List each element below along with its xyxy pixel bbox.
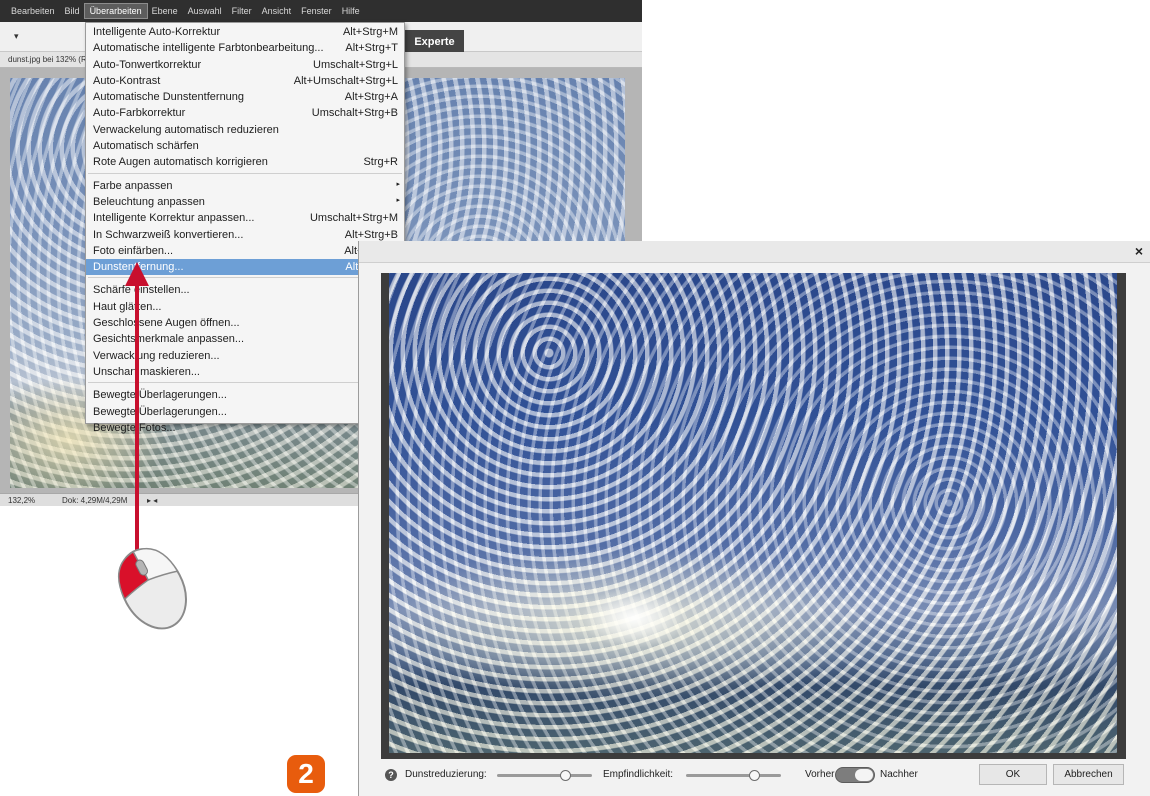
menu-item[interactable]: Bewegte Überlagerungen...: [86, 404, 404, 420]
doc-size-readout: Dok: 4,29M/4,29M: [62, 496, 128, 505]
menu-item-label: Auto-Tonwertkorrektur: [93, 58, 202, 71]
menubar-item[interactable]: Auswahl: [183, 4, 227, 18]
menu-item[interactable]: Gesichtsmerkmale anpassen...: [86, 331, 404, 347]
sensitivity-label: Empfindlichkeit:: [603, 769, 674, 780]
menu-item-label: Unscharf maskieren...: [93, 365, 200, 378]
menu-item-shortcut: Umschalt+Strg+M: [309, 212, 398, 225]
sensitivity-slider[interactable]: [686, 770, 781, 781]
annotation-arrow: [135, 285, 139, 570]
menu-item[interactable]: Verwackelung automatisch reduzieren: [86, 122, 404, 138]
menu-item-label: Rote Augen automatisch korrigieren: [93, 156, 268, 169]
menu-item-label: Foto einfärben...: [93, 244, 174, 257]
menu-item-label: Bewegte Überlagerungen...: [93, 389, 227, 402]
mouse-icon: [117, 547, 187, 630]
after-label: Nachher: [880, 769, 918, 780]
menubar-item[interactable]: Filter: [227, 4, 257, 18]
menu-item[interactable]: Haut glätten...: [86, 299, 404, 315]
toggle-nub[interactable]: [855, 769, 873, 781]
close-icon[interactable]: ×: [1135, 243, 1143, 259]
menu-item[interactable]: Beleuchtung anpassen ▸: [86, 194, 404, 210]
menu-item[interactable]: Bewegte Fotos...: [86, 420, 404, 436]
menu-item[interactable]: Intelligente Auto-Korrektur Alt+Strg+M: [86, 24, 404, 40]
preview-photo: [389, 273, 1117, 753]
step-badge: 2: [287, 755, 325, 793]
menubar-item[interactable]: Bild: [60, 4, 85, 18]
dialog-controls: ? Dunstreduzierung: Empfindlichkeit: Vor…: [359, 761, 1150, 796]
menu-item-label: Automatische Dunstentfernung: [93, 91, 245, 104]
haze-removal-dialog: × ? Dunstreduzierung: Empfindlichkeit: V…: [358, 241, 1150, 796]
menu-item[interactable]: Unscharf maskieren...: [86, 364, 404, 380]
before-after-toggle[interactable]: [835, 767, 875, 783]
menubar-item[interactable]: Überarbeiten: [83, 3, 148, 19]
menu-item[interactable]: Intelligente Korrektur anpassen... Umscha…: [86, 210, 404, 226]
menu-item[interactable]: Auto-Tonwertkorrektur Umschalt+Strg+L: [86, 57, 404, 73]
dialog-title-bar: ×: [359, 241, 1150, 263]
menu-item-shortcut: Alt+Strg+M: [342, 26, 398, 38]
annotation-arrow-head: [125, 262, 149, 286]
menu-item-label: Intelligente Auto-Korrektur: [93, 26, 221, 38]
document-tab-title: dunst.jpg bei 132% (R: [8, 55, 87, 64]
menu-item[interactable]: Rote Augen automatisch korrigieren Strg+R: [86, 154, 404, 170]
menu-item[interactable]: Auto-Farbkorrektur Umschalt+Strg+B: [86, 105, 404, 121]
menu-item[interactable]: Farbe anpassen ▸: [86, 178, 404, 194]
menu-item-label: Verwacklung reduzieren...: [93, 349, 220, 362]
mode-tab-experte[interactable]: Experte: [405, 30, 464, 54]
menu-item-shortcut: Alt+Strg+A: [344, 91, 398, 104]
menu-item-label: Auto-Farbkorrektur: [93, 107, 186, 120]
sensitivity-knob[interactable]: [749, 770, 760, 781]
menu-item-label: Farbe anpassen: [93, 179, 173, 192]
menubar-item[interactable]: Hilfe: [337, 4, 365, 18]
help-icon[interactable]: ?: [385, 769, 397, 781]
ueberarbeiten-menu: Intelligente Auto-Korrektur Alt+Strg+M Aut…: [85, 22, 405, 434]
menu-item-label: Beleuchtung anpassen: [93, 195, 205, 208]
menu-item-label: Gesichtsmerkmale anpassen...: [93, 333, 245, 346]
menubar-item[interactable]: Bearbeiten: [6, 4, 60, 18]
menu-item[interactable]: Bewegte Überlagerungen...: [86, 387, 404, 403]
menu-item-label: In Schwarzweiß konvertieren...: [93, 228, 244, 241]
menu-item[interactable]: Verwacklung reduzieren...: [86, 348, 404, 364]
before-label: Vorher: [805, 769, 835, 780]
menu-item-shortcut: Umschalt+Strg+L: [313, 58, 398, 71]
menu-item-label: Intelligente Korrektur anpassen...: [93, 212, 255, 225]
menubar-item[interactable]: Ansicht: [257, 4, 297, 18]
menu-item[interactable]: Geschlossene Augen öffnen...: [86, 315, 404, 331]
zoom-readout[interactable]: 132,2%: [8, 496, 35, 505]
menu-item-label: Verwackelung automatisch reduzieren: [93, 123, 279, 136]
menubar-item[interactable]: Ebene: [147, 4, 183, 18]
menu-item-shortcut: Alt+Strg+T: [345, 42, 398, 55]
submenu-arrow-icon: ▸: [396, 196, 400, 204]
haze-reduction-slider[interactable]: [497, 770, 592, 781]
menu-item-label: Auto-Kontrast: [93, 74, 161, 87]
haze-reduction-label: Dunstreduzierung:: [405, 769, 487, 780]
menu-item[interactable]: Auto-Kontrast Alt+Umschalt+Strg+L: [86, 73, 404, 89]
menu-item[interactable]: Foto einfärben...Alt+Strg+R: [86, 243, 404, 259]
cancel-button[interactable]: Abbrechen: [1053, 764, 1124, 785]
menu-item-label: Schärfe einstellen...: [93, 284, 190, 297]
menu-item[interactable]: Automatische intelligente Farbtonbearbei…: [86, 40, 404, 56]
menu-item-label: Bewegte Überlagerungen...: [93, 405, 227, 418]
menu-item-shortcut: Alt+Umschalt+Strg+L: [293, 74, 398, 87]
haze-reduction-knob[interactable]: [560, 770, 571, 781]
menu-item-shortcut: Umschalt+Strg+B: [311, 107, 398, 120]
menu-item[interactable]: Automatisch schärfen: [86, 138, 404, 154]
submenu-arrow-icon: ▸: [396, 180, 400, 188]
menu-item[interactable]: In Schwarzweiß konvertieren... Alt+Strg+B: [86, 227, 404, 243]
menu-item-label: Automatisch schärfen: [93, 140, 199, 153]
chevron-down-icon[interactable]: ▾: [14, 31, 19, 42]
menu-item-label: Geschlossene Augen öffnen...: [93, 317, 240, 330]
menu-item-label: Haut glätten...: [93, 300, 162, 313]
menu-item-label: Automatische intelligente Farbtonbearbei…: [93, 42, 324, 55]
menu-item[interactable]: Automatische Dunstentfernung Alt+Strg+A: [86, 89, 404, 105]
ok-button[interactable]: OK: [979, 764, 1047, 785]
menu-item-shortcut: Strg+R: [363, 156, 398, 169]
menu-bar: Bearbeiten Bild Überarbeiten Ebene Auswahl Fi…: [0, 0, 642, 22]
status-arrow-icon[interactable]: ▸ ◂: [147, 496, 157, 505]
menubar-item[interactable]: Fenster: [296, 4, 337, 18]
